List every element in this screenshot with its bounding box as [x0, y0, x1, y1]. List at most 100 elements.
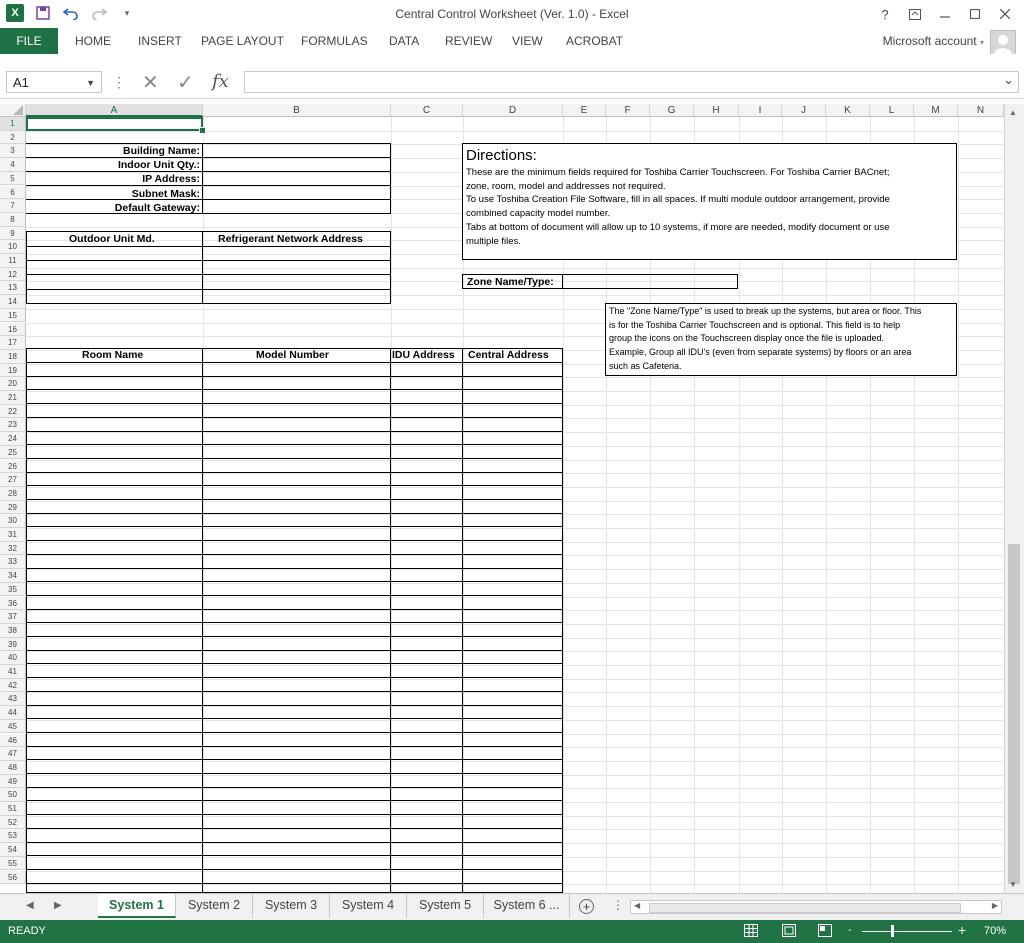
- row-header[interactable]: 1: [0, 117, 26, 131]
- room-table-row[interactable]: [26, 855, 563, 857]
- name-box-dropdown-icon[interactable]: ▼: [86, 72, 95, 94]
- row-header[interactable]: 47: [0, 747, 26, 761]
- indoor-unit-qty-input[interactable]: [202, 157, 391, 172]
- page-layout-view-icon[interactable]: [782, 924, 798, 938]
- row-header[interactable]: 32: [0, 541, 26, 556]
- row-header[interactable]: 11: [0, 254, 26, 268]
- room-table-row[interactable]: [26, 362, 563, 363]
- row-header[interactable]: 29: [0, 500, 26, 515]
- row-header[interactable]: 36: [0, 596, 26, 611]
- row-header[interactable]: 34: [0, 569, 26, 583]
- zoom-slider-thumb[interactable]: [891, 925, 894, 937]
- column-header-l[interactable]: L: [870, 104, 914, 117]
- tab-data[interactable]: DATA: [389, 28, 419, 54]
- prev-sheet-icon[interactable]: ◀: [26, 900, 34, 911]
- row-header[interactable]: 49: [0, 774, 26, 789]
- room-table-row[interactable]: [26, 731, 563, 733]
- room-table-row[interactable]: [26, 512, 563, 514]
- tab-review[interactable]: REVIEW: [445, 28, 492, 54]
- column-header-b[interactable]: B: [203, 104, 391, 117]
- insert-function-button[interactable]: fx: [212, 71, 229, 92]
- row-header[interactable]: 53: [0, 829, 26, 844]
- room-table-row[interactable]: [26, 485, 563, 487]
- row-header[interactable]: 15: [0, 308, 26, 323]
- row-header[interactable]: 40: [0, 651, 26, 665]
- row-header[interactable]: 6: [0, 185, 26, 200]
- room-table-row[interactable]: [26, 636, 563, 637]
- row-header[interactable]: 2: [0, 130, 26, 145]
- room-table-row[interactable]: [26, 718, 563, 720]
- row-header[interactable]: 38: [0, 623, 26, 638]
- normal-view-icon[interactable]: [744, 924, 760, 938]
- column-header-g[interactable]: G: [650, 104, 694, 117]
- confirm-entry-icon[interactable]: ✓: [177, 70, 194, 95]
- row-header[interactable]: 14: [0, 295, 26, 309]
- select-all-corner[interactable]: [0, 104, 26, 117]
- tab-acrobat[interactable]: ACROBAT: [566, 28, 623, 54]
- column-header-a[interactable]: A: [26, 104, 203, 117]
- new-sheet-button[interactable]: +: [579, 899, 594, 914]
- room-table-row[interactable]: [26, 444, 563, 446]
- zoom-slider[interactable]: [862, 931, 952, 932]
- building-name-input[interactable]: [202, 143, 391, 158]
- tab-file[interactable]: FILE: [0, 28, 58, 54]
- room-table-row[interactable]: [26, 827, 563, 829]
- close-icon[interactable]: [992, 4, 1018, 24]
- room-table-row[interactable]: [26, 499, 563, 500]
- row-header[interactable]: 50: [0, 788, 26, 802]
- column-header-h[interactable]: H: [694, 104, 739, 117]
- row-header[interactable]: 23: [0, 418, 26, 433]
- column-header-f[interactable]: F: [606, 104, 650, 117]
- row-header[interactable]: 48: [0, 760, 26, 775]
- room-table-row[interactable]: [26, 882, 563, 884]
- row-header[interactable]: 44: [0, 706, 26, 720]
- room-table-row[interactable]: [26, 800, 563, 802]
- page-break-preview-icon[interactable]: [818, 924, 834, 938]
- room-table-row[interactable]: [26, 759, 563, 761]
- row-header[interactable]: 9: [0, 226, 26, 241]
- row-header[interactable]: 22: [0, 404, 26, 419]
- tab-split-icon[interactable]: ⋮: [612, 898, 624, 912]
- room-table-row[interactable]: [26, 375, 563, 377]
- column-header-k[interactable]: K: [826, 104, 870, 117]
- row-header[interactable]: 26: [0, 459, 26, 474]
- microsoft-account-link[interactable]: Microsoft account ▾: [883, 34, 984, 48]
- column-header-m[interactable]: M: [914, 104, 958, 117]
- row-header[interactable]: 20: [0, 377, 26, 391]
- row-header[interactable]: 4: [0, 158, 26, 172]
- sheet-tab-system-2[interactable]: System 2: [176, 894, 253, 918]
- row-header[interactable]: 28: [0, 486, 26, 501]
- row-header[interactable]: 51: [0, 802, 26, 816]
- horizontal-scrollbar[interactable]: ◀ ▶: [630, 900, 1002, 914]
- room-table-row[interactable]: [26, 841, 563, 843]
- row-header[interactable]: 31: [0, 528, 26, 542]
- column-header-e[interactable]: E: [563, 104, 606, 117]
- room-table-row[interactable]: [26, 622, 563, 624]
- sheet-tab-system-5[interactable]: System 5: [407, 894, 484, 918]
- room-table-row[interactable]: [26, 704, 563, 706]
- sheet-tab-system-3[interactable]: System 3: [253, 894, 330, 918]
- row-header[interactable]: 56: [0, 870, 26, 885]
- row-header[interactable]: 35: [0, 582, 26, 597]
- room-table-row[interactable]: [26, 745, 563, 747]
- row-header[interactable]: 25: [0, 445, 26, 460]
- sheet-tab-system-1[interactable]: System 1: [98, 894, 176, 918]
- row-header[interactable]: 39: [0, 637, 26, 652]
- maximize-icon[interactable]: [962, 4, 988, 24]
- row-header[interactable]: 24: [0, 432, 26, 446]
- row-header[interactable]: 54: [0, 843, 26, 857]
- row-header[interactable]: 12: [0, 267, 26, 282]
- tab-insert[interactable]: INSERT: [138, 28, 182, 54]
- sheet-tab-system-6[interactable]: System 6 ...: [484, 894, 570, 918]
- zoom-level[interactable]: 70%: [984, 925, 1006, 937]
- expand-formula-bar-icon[interactable]: ⌄: [1003, 72, 1014, 88]
- tab-view[interactable]: VIEW: [512, 28, 543, 54]
- next-sheet-icon[interactable]: ▶: [54, 900, 62, 911]
- room-table-row[interactable]: [26, 868, 563, 870]
- column-header-c[interactable]: C: [391, 104, 463, 117]
- row-header[interactable]: 42: [0, 678, 26, 693]
- zoom-out-button[interactable]: -: [848, 924, 852, 936]
- row-header[interactable]: 37: [0, 610, 26, 624]
- tab-home[interactable]: HOME: [75, 28, 111, 54]
- row-header[interactable]: 13: [0, 281, 26, 296]
